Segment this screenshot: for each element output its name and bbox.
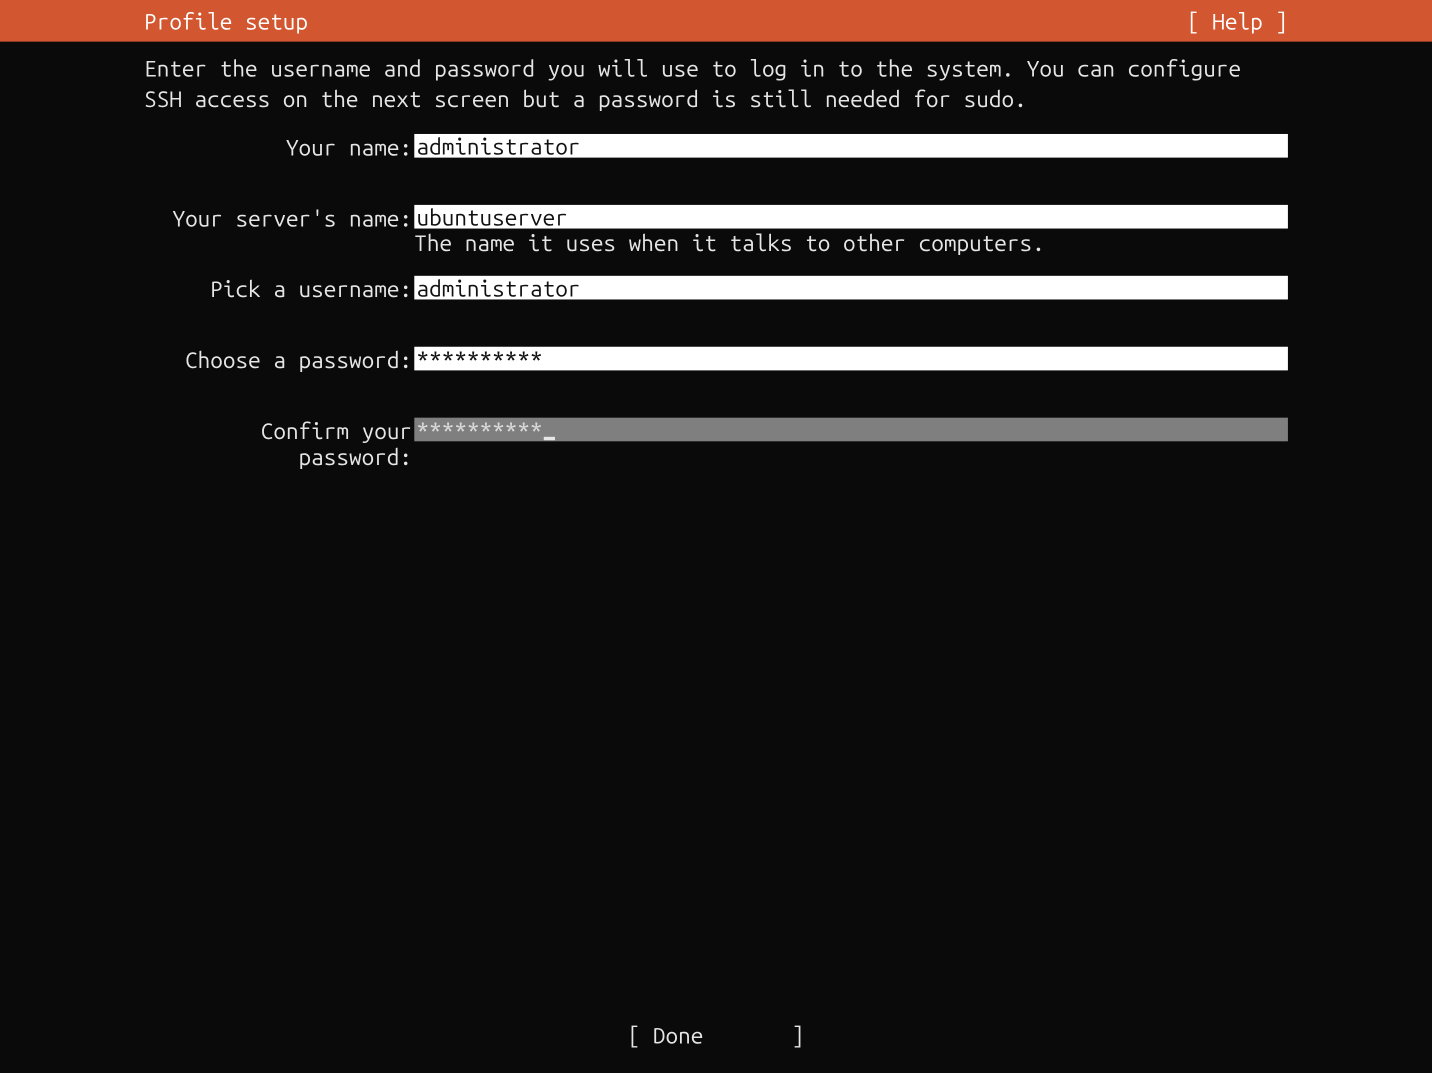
- installer-screen: Profile setup [ Help ] Enter the usernam…: [0, 0, 1432, 1073]
- intro-text: Enter the username and password you will…: [144, 53, 1288, 114]
- done-button[interactable]: [ Done ]: [628, 1022, 805, 1048]
- hint-server-name: The name it uses when it talks to other …: [414, 230, 1288, 256]
- row-password: Choose a password:: [144, 347, 1288, 373]
- help-button[interactable]: [ Help ]: [1187, 8, 1432, 34]
- label-confirm-password: Confirm your password:: [144, 418, 412, 470]
- input-server-name[interactable]: [414, 205, 1288, 229]
- label-your-name: Your name:: [144, 134, 412, 160]
- label-password: Choose a password:: [144, 347, 412, 373]
- footer: [ Done ]: [0, 1022, 1432, 1048]
- input-your-name[interactable]: [414, 134, 1288, 158]
- label-server-name: Your server's name:: [144, 205, 412, 231]
- input-username[interactable]: [414, 276, 1288, 300]
- input-confirm-password[interactable]: [414, 418, 1288, 442]
- row-username: Pick a username:: [144, 276, 1288, 302]
- main-content: Enter the username and password you will…: [0, 42, 1432, 470]
- input-password[interactable]: [414, 347, 1288, 371]
- header-bar: Profile setup [ Help ]: [0, 0, 1432, 42]
- page-title: Profile setup: [0, 8, 308, 34]
- row-confirm-password: Confirm your password: **********: [144, 418, 1288, 470]
- label-username: Pick a username:: [144, 276, 412, 302]
- row-server-name: Your server's name: The name it uses whe…: [144, 205, 1288, 256]
- row-your-name: Your name:: [144, 134, 1288, 160]
